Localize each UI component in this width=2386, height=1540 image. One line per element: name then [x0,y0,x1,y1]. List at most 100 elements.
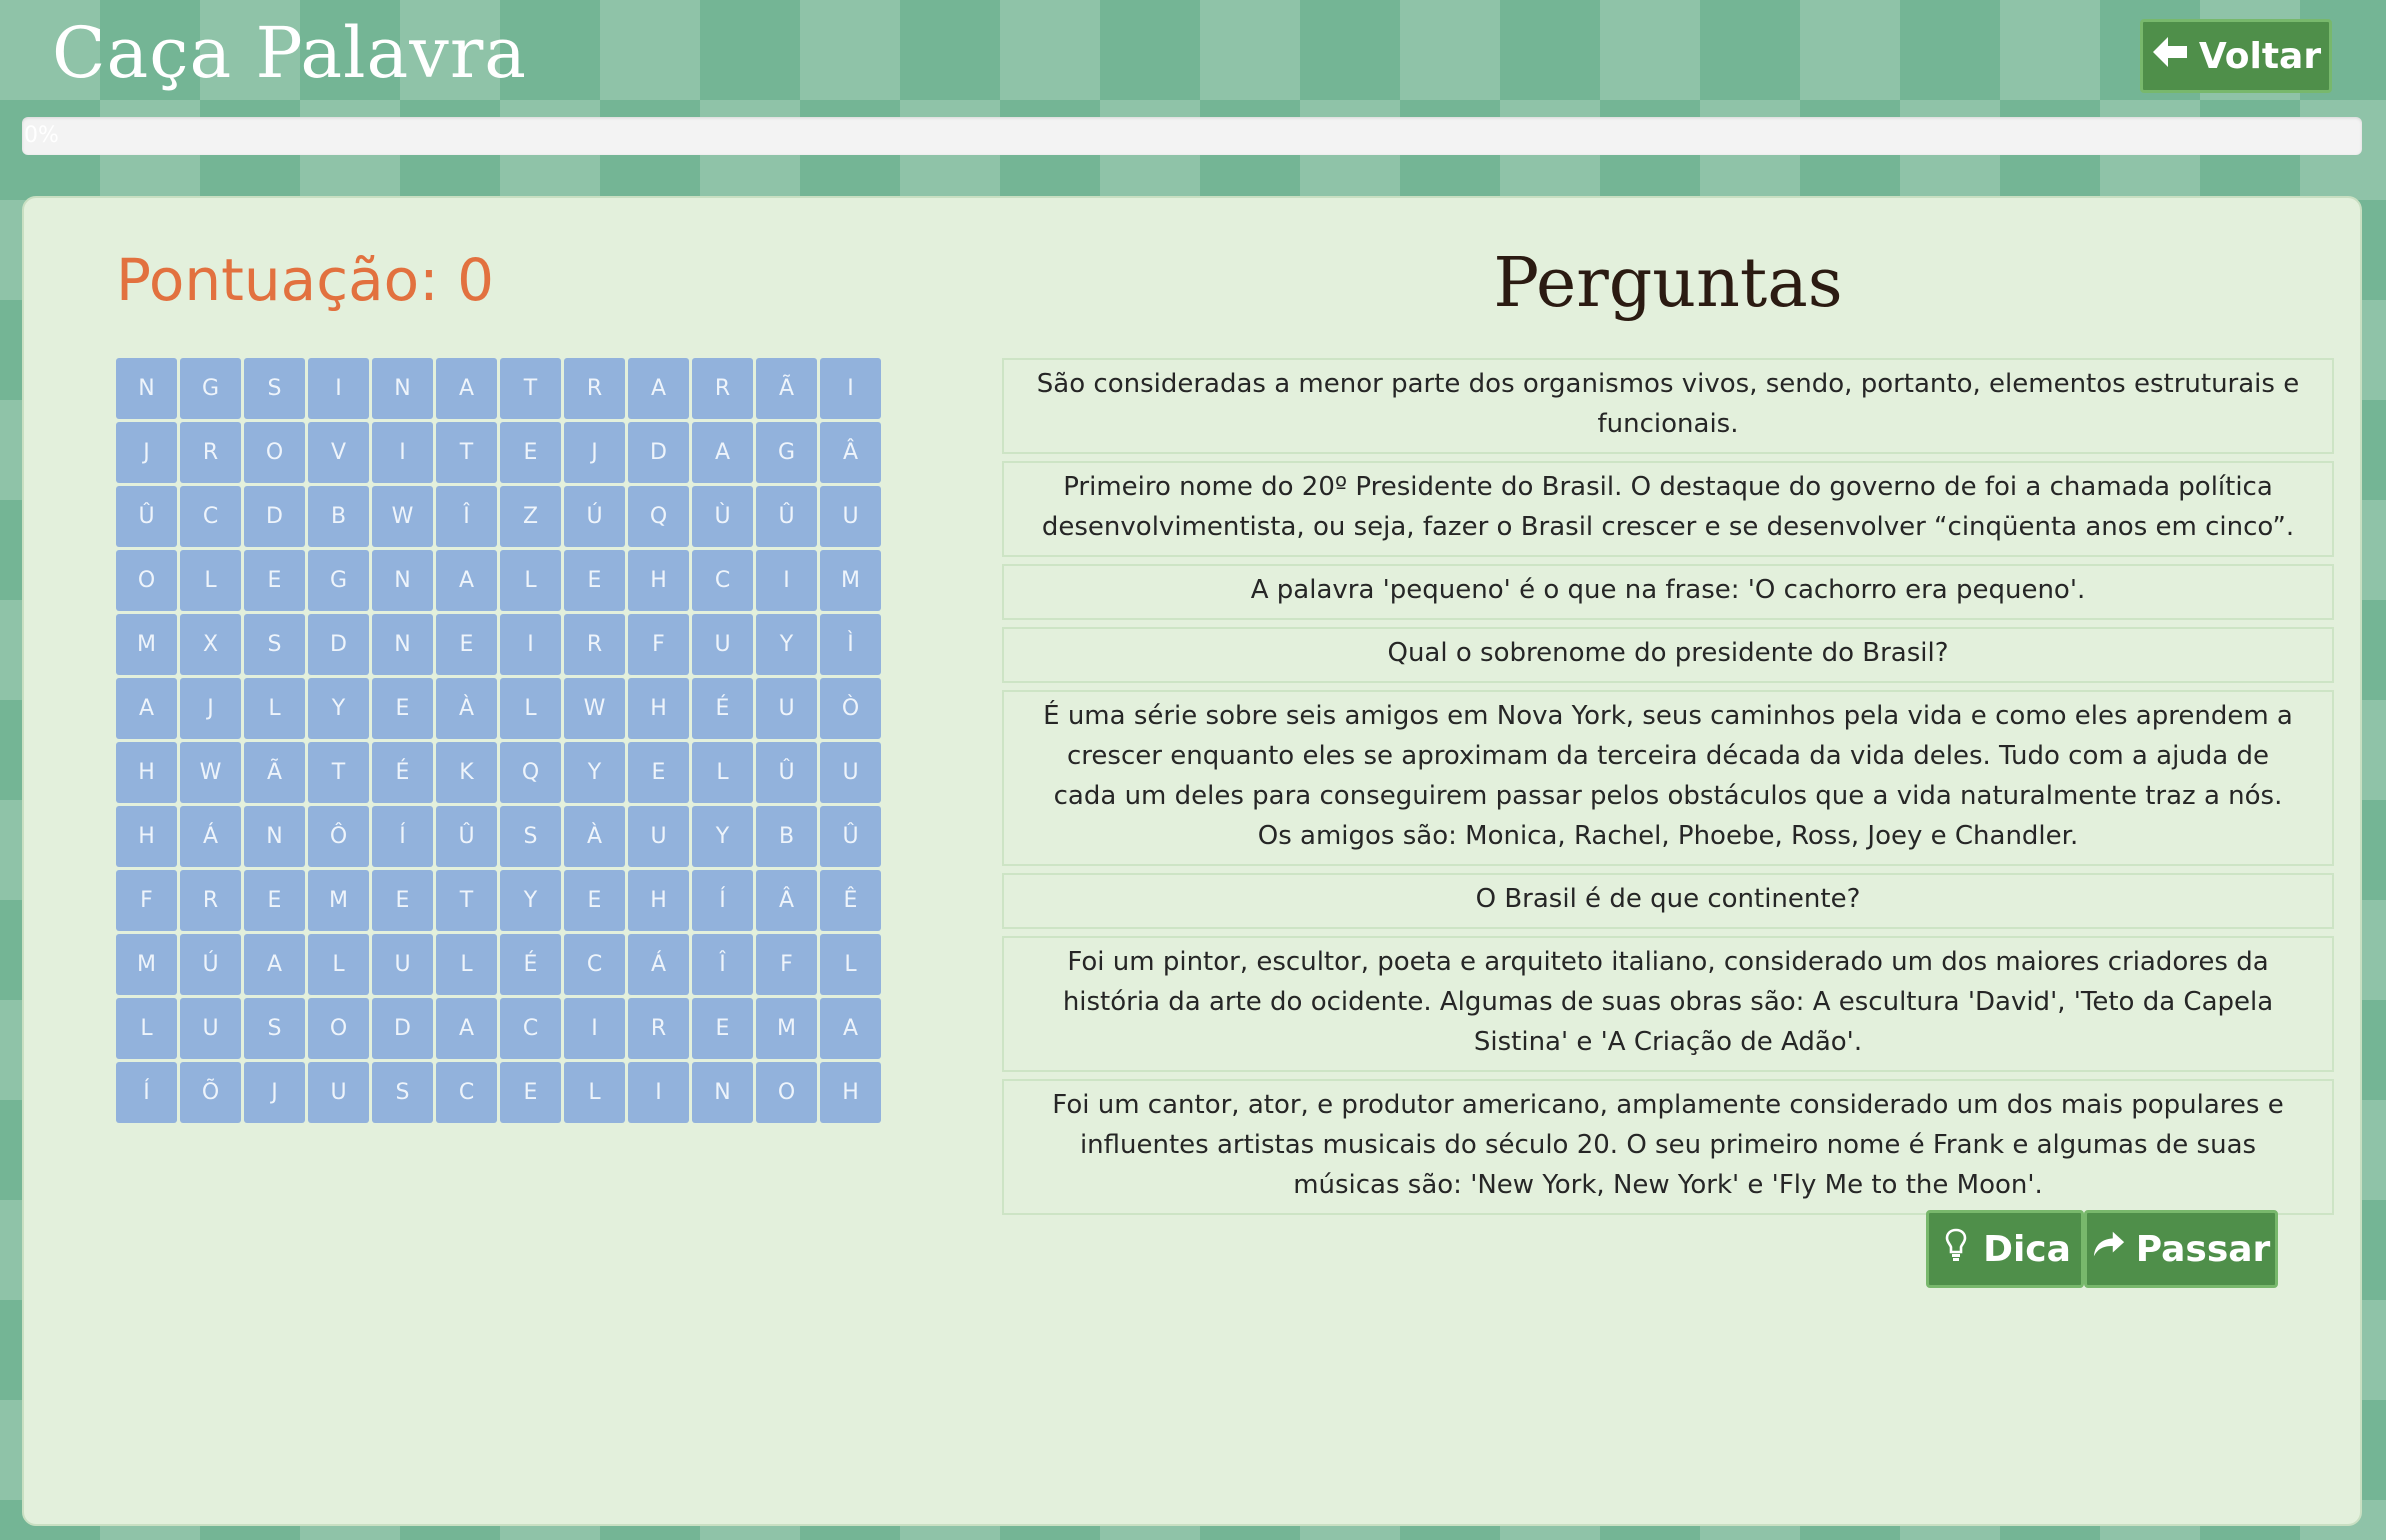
grid-cell[interactable]: S [244,614,305,675]
grid-cell[interactable]: C [500,998,561,1059]
grid-cell[interactable]: A [692,422,753,483]
grid-cell[interactable]: T [436,870,497,931]
grid-cell[interactable]: E [372,870,433,931]
grid-cell[interactable]: U [820,486,881,547]
grid-cell[interactable]: W [564,678,625,739]
grid-cell[interactable]: Ú [180,934,241,995]
grid-cell[interactable]: Â [756,870,817,931]
grid-cell[interactable]: U [372,934,433,995]
grid-cell[interactable]: V [308,422,369,483]
grid-cell[interactable]: L [692,742,753,803]
grid-cell[interactable]: W [372,486,433,547]
grid-cell[interactable]: O [244,422,305,483]
back-button[interactable]: Voltar [2140,19,2332,93]
grid-cell[interactable]: L [820,934,881,995]
grid-cell[interactable]: M [116,934,177,995]
grid-cell[interactable]: M [820,550,881,611]
grid-cell[interactable]: Z [500,486,561,547]
grid-cell[interactable]: C [180,486,241,547]
grid-cell[interactable]: Û [756,742,817,803]
grid-cell[interactable]: L [500,678,561,739]
grid-cell[interactable]: B [308,486,369,547]
grid-cell[interactable]: G [180,358,241,419]
grid-cell[interactable]: A [436,550,497,611]
grid-cell[interactable]: D [308,614,369,675]
grid-cell[interactable]: Ã [756,358,817,419]
grid-cell[interactable]: Q [500,742,561,803]
grid-cell[interactable]: É [692,678,753,739]
grid-cell[interactable]: J [180,678,241,739]
grid-cell[interactable]: Y [756,614,817,675]
grid-cell[interactable]: F [628,614,689,675]
grid-cell[interactable]: G [308,550,369,611]
grid-cell[interactable]: F [116,870,177,931]
grid-cell[interactable]: E [244,870,305,931]
grid-cell[interactable]: N [244,806,305,867]
grid-cell[interactable]: E [692,998,753,1059]
grid-cell[interactable]: G [756,422,817,483]
grid-cell[interactable]: M [756,998,817,1059]
grid-cell[interactable]: H [628,678,689,739]
grid-cell[interactable]: S [244,998,305,1059]
grid-cell[interactable]: O [308,998,369,1059]
grid-cell[interactable]: R [692,358,753,419]
grid-cell[interactable]: O [756,1062,817,1123]
grid-cell[interactable]: I [500,614,561,675]
grid-cell[interactable]: Ì [820,614,881,675]
grid-cell[interactable]: C [564,934,625,995]
grid-cell[interactable]: M [116,614,177,675]
grid-cell[interactable]: Y [564,742,625,803]
grid-cell[interactable]: Y [308,678,369,739]
grid-cell[interactable]: R [180,422,241,483]
grid-cell[interactable]: E [564,870,625,931]
grid-cell[interactable]: Û [436,806,497,867]
grid-cell[interactable]: S [500,806,561,867]
grid-cell[interactable]: U [180,998,241,1059]
grid-cell[interactable]: I [820,358,881,419]
grid-cell[interactable]: E [436,614,497,675]
grid-cell[interactable]: A [116,678,177,739]
grid-cell[interactable]: I [756,550,817,611]
grid-cell[interactable]: Í [116,1062,177,1123]
grid-cell[interactable]: Ô [308,806,369,867]
grid-cell[interactable]: Í [372,806,433,867]
grid-cell[interactable]: D [628,422,689,483]
grid-cell[interactable]: N [116,358,177,419]
grid-cell[interactable]: À [436,678,497,739]
grid-cell[interactable]: L [564,1062,625,1123]
grid-cell[interactable]: Y [500,870,561,931]
grid-cell[interactable]: A [820,998,881,1059]
grid-cell[interactable]: H [628,550,689,611]
grid-cell[interactable]: Ú [564,486,625,547]
grid-cell[interactable]: I [564,998,625,1059]
grid-cell[interactable]: D [244,486,305,547]
grid-cell[interactable]: Á [180,806,241,867]
grid-cell[interactable]: Û [116,486,177,547]
grid-cell[interactable]: L [500,550,561,611]
grid-cell[interactable]: Ù [692,486,753,547]
grid-cell[interactable]: Í [692,870,753,931]
grid-cell[interactable]: É [372,742,433,803]
grid-cell[interactable]: S [372,1062,433,1123]
grid-cell[interactable]: I [308,358,369,419]
grid-cell[interactable]: J [244,1062,305,1123]
grid-cell[interactable]: A [436,998,497,1059]
grid-cell[interactable]: É [500,934,561,995]
grid-cell[interactable]: T [436,422,497,483]
grid-cell[interactable]: J [116,422,177,483]
grid-cell[interactable]: Â [820,422,881,483]
grid-cell[interactable]: N [372,614,433,675]
grid-cell[interactable]: H [628,870,689,931]
grid-cell[interactable]: A [244,934,305,995]
grid-cell[interactable]: B [756,806,817,867]
grid-cell[interactable]: H [116,806,177,867]
grid-cell[interactable]: Û [820,806,881,867]
grid-cell[interactable]: L [436,934,497,995]
grid-cell[interactable]: Ò [820,678,881,739]
grid-cell[interactable]: M [308,870,369,931]
grid-cell[interactable]: N [692,1062,753,1123]
grid-cell[interactable]: U [628,806,689,867]
grid-cell[interactable]: X [180,614,241,675]
grid-cell[interactable]: E [500,1062,561,1123]
grid-cell[interactable]: E [564,550,625,611]
